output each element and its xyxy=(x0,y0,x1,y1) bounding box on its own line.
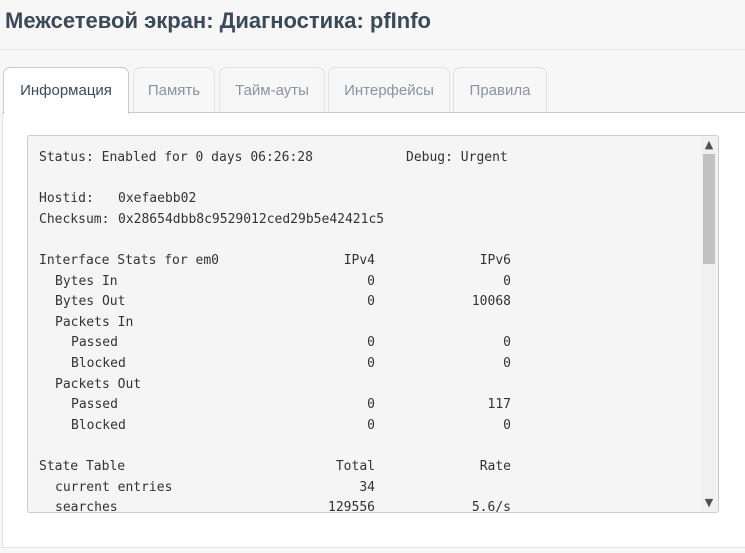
col-ipv4-header: IPv4 xyxy=(343,252,375,268)
stats-group: Packets Out xyxy=(39,375,699,396)
stats-row: Passed 0 117 xyxy=(39,395,699,416)
stats-row: Bytes In 0 0 xyxy=(39,272,699,293)
iface-stats-title: Interface Stats for em0 xyxy=(39,252,220,268)
stats-row-ipv4: 0 xyxy=(367,397,375,413)
scroll-down-icon[interactable]: ▼ xyxy=(701,495,717,511)
vertical-scrollbar[interactable]: ▲ ▼ xyxy=(701,137,717,511)
stats-row-label: Bytes In xyxy=(55,273,118,289)
stats-row: Blocked 0 0 xyxy=(39,354,699,375)
state-row-label: current entries xyxy=(55,479,173,495)
tab-timeouts[interactable]: Тайм-ауты xyxy=(219,67,325,112)
state-row: searches 129556 5.6/s xyxy=(39,498,699,513)
stats-row-ipv4: 0 xyxy=(367,335,375,351)
state-table-title: State Table xyxy=(39,458,126,474)
stats-group-label: Packets In xyxy=(55,314,134,330)
tab-information[interactable]: Информация xyxy=(3,67,129,114)
state-row-total: 129556 xyxy=(328,500,375,513)
checksum-value: 0x28654dbb8c9529012ced29b5e42421c5 xyxy=(118,211,385,227)
scroll-thumb[interactable] xyxy=(703,154,715,264)
pfinfo-output[interactable]: Status: Enabled for 0 days 06:26:28 Debu… xyxy=(27,135,719,513)
stats-row-ipv6: 117 xyxy=(487,397,511,413)
stats-row-ipv4: 0 xyxy=(367,273,375,289)
stats-row-ipv6: 0 xyxy=(503,273,511,289)
checksum-line: Checksum: 0x28654dbb8c9529012ced29b5e424… xyxy=(39,210,699,231)
stats-row: Blocked 0 0 xyxy=(39,416,699,437)
stats-group: Packets In xyxy=(39,313,699,334)
tab-panel-information: Status: Enabled for 0 days 06:26:28 Debu… xyxy=(2,112,745,548)
stats-row-ipv4: 0 xyxy=(367,294,375,310)
stats-row-ipv6: 10068 xyxy=(471,294,511,310)
stats-row-label: Blocked xyxy=(71,355,126,371)
stats-row: Bytes Out 0 10068 xyxy=(39,292,699,313)
stats-row-label: Bytes Out xyxy=(55,294,126,310)
tab-memory[interactable]: Память xyxy=(133,67,215,112)
stats-row-label: Passed xyxy=(71,335,118,351)
hostid-line: Hostid: 0xefaebb02 xyxy=(39,189,699,210)
hostid-label: Hostid: xyxy=(39,191,94,207)
status-line: Status: Enabled for 0 days 06:26:28 Debu… xyxy=(39,148,699,169)
pfinfo-text: Status: Enabled for 0 days 06:26:28 Debu… xyxy=(39,148,699,513)
tab-rules[interactable]: Правила xyxy=(453,67,547,112)
stats-row-label: Passed xyxy=(71,397,118,413)
state-row: current entries 34 xyxy=(39,478,699,499)
stats-group-label: Packets Out xyxy=(55,376,142,392)
state-row-label: searches xyxy=(55,500,118,513)
tab-interfaces[interactable]: Интерфейсы xyxy=(328,67,450,112)
stats-row-ipv4: 0 xyxy=(367,417,375,433)
status-text: Status: Enabled for 0 days 06:26:28 xyxy=(39,150,313,165)
stats-row-ipv4: 0 xyxy=(367,355,375,371)
page-title: Межсетевой экран: Диагностика: pfInfo xyxy=(5,8,431,33)
stats-row-ipv6: 0 xyxy=(503,335,511,351)
hostid-value: 0xefaebb02 xyxy=(118,191,197,207)
debug-text: Debug: Urgent xyxy=(406,150,508,165)
stats-row: Passed 0 0 xyxy=(39,333,699,354)
iface-stats-header: Interface Stats for em0 IPv4 IPv6 xyxy=(39,251,699,272)
stats-row-label: Blocked xyxy=(71,417,126,433)
checksum-label: Checksum: xyxy=(39,211,110,227)
tab-bar: Информация Память Тайм-ауты Интерфейсы П… xyxy=(0,67,745,114)
state-table-header: State Table Total Rate xyxy=(39,457,699,478)
col-rate-header: Rate xyxy=(479,458,511,474)
stats-row-ipv6: 0 xyxy=(503,417,511,433)
state-row-rate: 5.6/s xyxy=(471,500,511,513)
col-total-header: Total xyxy=(335,458,375,474)
col-ipv6-header: IPv6 xyxy=(479,252,511,268)
stats-row-ipv6: 0 xyxy=(503,355,511,371)
state-row-total: 34 xyxy=(359,479,375,495)
title-divider xyxy=(0,49,745,50)
scroll-up-icon[interactable]: ▲ xyxy=(701,137,717,153)
